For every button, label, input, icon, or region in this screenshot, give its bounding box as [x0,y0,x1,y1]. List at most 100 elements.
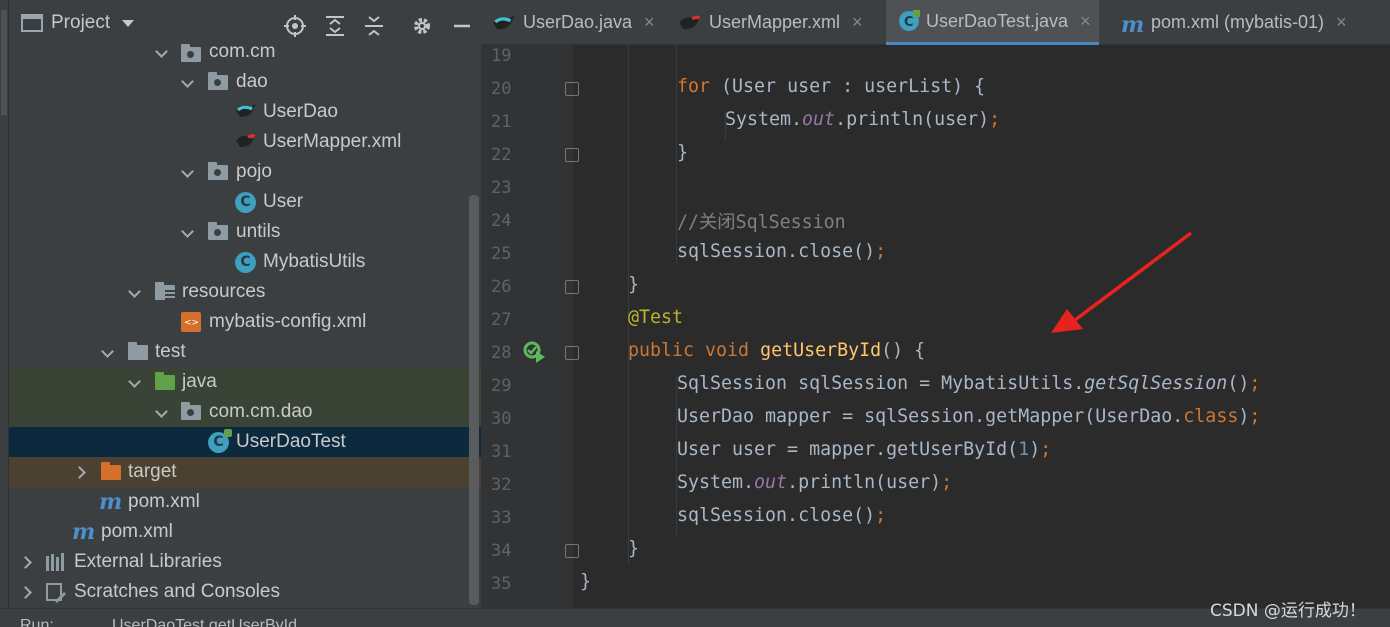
close-icon[interactable]: × [852,12,863,33]
tree-node-userdao[interactable]: UserDao [9,97,481,127]
code-line: System.out.println(user); [677,472,953,493]
tab-label: UserMapper.xml [709,12,841,32]
tree-node-user[interactable]: C User [9,187,481,217]
tree-node-external-libraries[interactable]: External Libraries [9,547,481,577]
tree-node-usermapper-xml[interactable]: UserMapper.xml [9,127,481,157]
close-icon[interactable]: × [1336,12,1347,33]
project-view-selector[interactable]: Project [21,10,135,36]
line-number: 22 [491,145,512,165]
collapse-all-button[interactable] [362,14,386,38]
crosshair-icon [284,15,306,37]
tree-node-test[interactable]: test [9,337,481,367]
annotation-arrow [1051,231,1193,333]
tree-node-label: UserMapper.xml [263,131,402,152]
minimize-icon [454,24,470,28]
code-line: SqlSession sqlSession = MybatisUtils.get… [677,373,1261,394]
tab-userdao-java[interactable]: UserDao.java × [491,0,655,45]
test-sources-folder-icon [155,372,175,390]
run-test-icon[interactable] [523,341,547,363]
tree-node-label: test [155,341,186,362]
tree-node-untils[interactable]: untils [9,217,481,247]
tree-node-label: com.cm.dao [209,401,313,422]
tree-node-com-cm-dao[interactable]: com.cm.dao [9,397,481,427]
scratches-icon [46,583,66,603]
fold-marker[interactable] [565,82,579,96]
tab-usermapper-xml[interactable]: UserMapper.xml × [677,0,863,45]
chevron-down-icon[interactable] [181,225,195,239]
line-number: 20 [491,79,512,99]
code-line: System.out.println(user); [725,109,1001,130]
code-line: } [677,142,689,163]
tree-node-module-pom-xml[interactable]: m pom.xml [9,487,481,517]
folder-icon [128,342,148,360]
code-line: UserDao mapper = sqlSession.getMapper(Us… [677,406,1261,427]
package-folder-icon [208,162,228,180]
close-icon[interactable]: × [644,12,655,33]
line-number: 33 [491,508,512,528]
tree-node-mybatis-config-xml[interactable]: mybatis-config.xml [9,307,481,337]
line-number: 34 [491,541,512,561]
chevron-right-icon[interactable] [21,585,35,599]
chevron-down-icon[interactable] [181,165,195,179]
package-folder-icon [208,222,228,240]
tree-node-label: Scratches and Consoles [74,581,280,602]
tree-node-label: MybatisUtils [263,251,366,272]
tree-node-java[interactable]: java [9,367,481,397]
project-tool-tab[interactable] [1,10,7,115]
code-line: for (User user : userList) { [677,76,986,97]
tree-node-dao[interactable]: dao [9,67,481,97]
chevron-down-icon[interactable] [155,405,169,419]
tree-node-label: User [263,191,304,212]
tree-node-label: UserDao [263,101,338,122]
hide-panel-button[interactable] [450,14,474,38]
libraries-icon [46,553,66,571]
chevron-right-icon[interactable] [75,465,89,479]
xml-file-icon [181,312,201,332]
chevron-down-icon[interactable] [181,75,195,89]
chevron-down-icon[interactable] [155,45,169,59]
tab-label: UserDaoTest.java [926,10,1069,31]
expand-all-button[interactable] [323,14,347,38]
line-number: 27 [491,310,512,330]
tree-node-root-pom-xml[interactable]: m pom.xml [9,517,481,547]
project-panel-header: Project [9,0,481,44]
close-icon[interactable]: × [1080,11,1091,32]
tree-node-label: UserDaoTest [236,431,346,452]
fold-marker[interactable] [565,148,579,162]
tab-pom-xml[interactable]: m pom.xml (mybatis-01) × [1121,0,1347,45]
tree-node-label: dao [236,71,268,92]
code-line: sqlSession.close(); [677,505,887,526]
tree-node-pojo[interactable]: pojo [9,157,481,187]
code-line: } [628,274,640,295]
left-tool-strip [0,0,9,627]
line-number: 19 [491,46,512,66]
package-folder-icon [181,402,201,420]
code-line: } [628,538,640,559]
test-class-icon: C [898,10,920,32]
project-window-icon [21,14,43,32]
chevron-down-icon [122,19,135,27]
mybatis-mapper-icon [677,12,703,34]
maven-icon: m [72,519,96,545]
settings-button[interactable] [410,14,434,38]
tree-node-resources[interactable]: resources [9,277,481,307]
code-line: } [580,571,592,592]
mybatis-mapper-icon [234,131,258,151]
chevron-down-icon[interactable] [128,285,142,299]
fold-marker[interactable] [565,544,579,558]
fold-marker[interactable] [565,346,579,360]
tree-node-mybatisutils[interactable]: C MybatisUtils [9,247,481,277]
tree-node-scratches-and-consoles[interactable]: Scratches and Consoles [9,577,481,607]
tree-scrollbar[interactable] [469,195,479,605]
tree-node-target[interactable]: target [9,457,481,487]
fold-marker[interactable] [565,280,579,294]
tab-userdaotest-java[interactable]: C UserDaoTest.java × [886,0,1099,45]
code-line: User user = mapper.getUserById(1); [677,439,1052,460]
chevron-right-icon[interactable] [21,555,35,569]
code-editor[interactable]: 19 20 21 22 23 24 25 26 27 28 29 30 31 32 33 34 35 for (… [481,45,1390,624]
chevron-down-icon[interactable] [101,345,115,359]
tree-node-userdaotest[interactable]: C UserDaoTest [9,427,481,457]
locate-file-button[interactable] [283,14,307,38]
run-configuration-tab[interactable]: UserDaoTest.getUserById [112,617,297,627]
chevron-down-icon[interactable] [128,375,142,389]
